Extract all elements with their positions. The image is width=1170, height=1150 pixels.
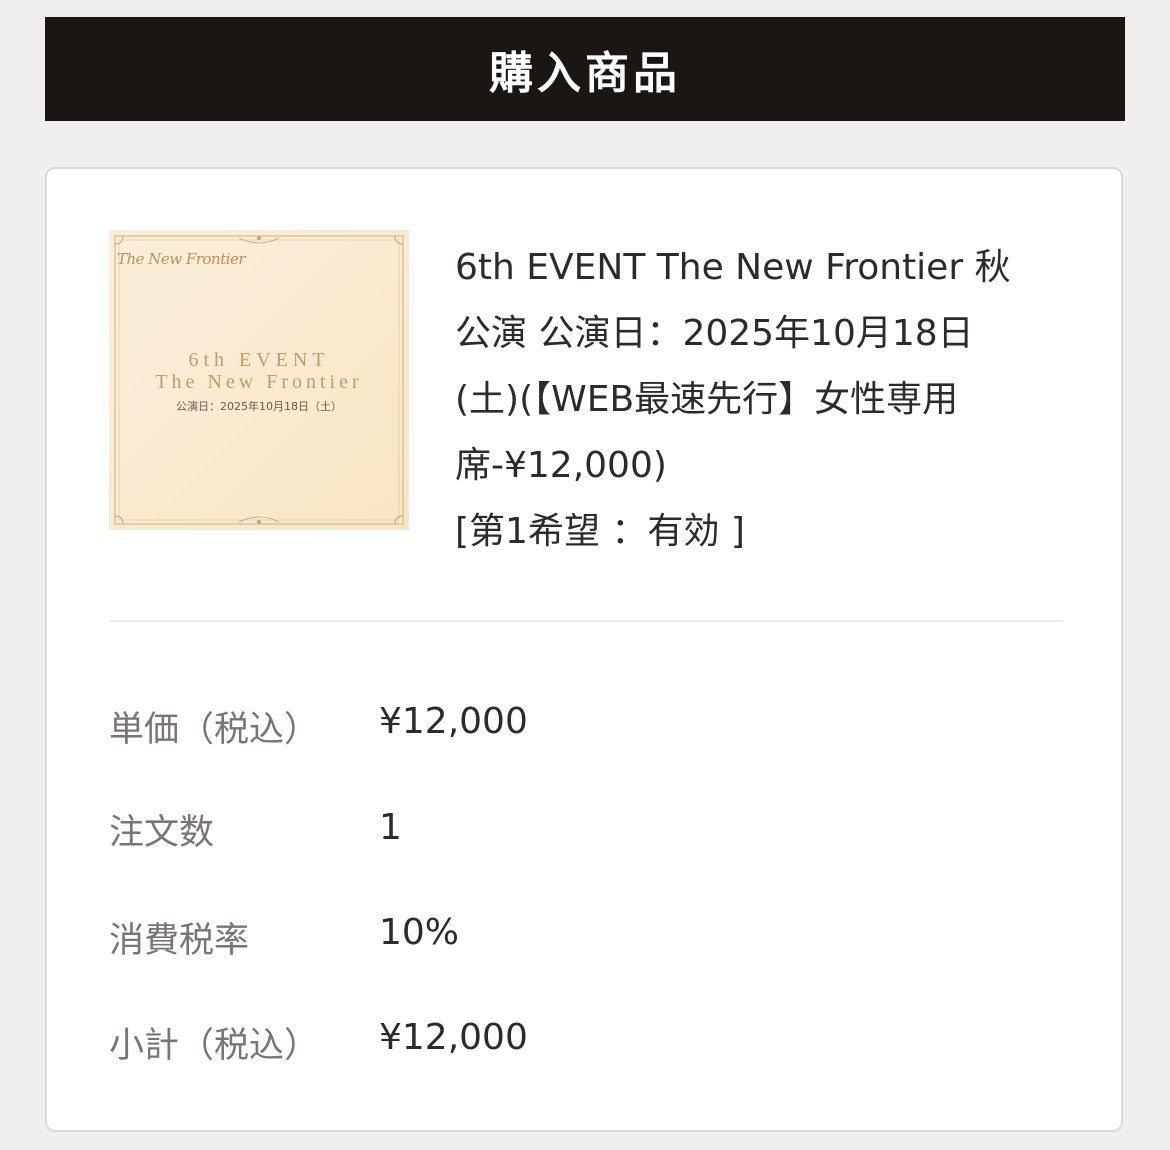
product-title-line: 席-¥12,000) <box>455 445 667 486</box>
unit-price-value: ¥12,000 <box>379 701 528 742</box>
quantity-value: 1 <box>379 807 402 848</box>
divider <box>109 620 1063 622</box>
section-header: 購入商品 <box>45 17 1125 121</box>
unit-price-label: 単価（税込） <box>109 710 320 750</box>
thumbnail-event-name: The New Frontier <box>155 371 363 393</box>
section-title: 購入商品 <box>489 48 681 99</box>
tax-rate-value: 10% <box>379 912 460 953</box>
purchased-item-card: The New Frontier 6th EVENT The New Front… <box>45 167 1123 1132</box>
thumbnail-logo: The New Frontier <box>117 250 246 268</box>
product-status-line: [第1希望 ：有効 ] <box>455 511 745 552</box>
subtotal-value: ¥12,000 <box>379 1017 528 1058</box>
thumbnail-event-label: 6th EVENT <box>188 349 330 371</box>
product-title-line: 公演 公演日：2025年10月18日 <box>455 313 974 354</box>
product-title[interactable]: 6th EVENT The New Frontier 秋 公演 公演日：2025… <box>455 235 1065 565</box>
tax-rate-label: 消費税率 <box>109 921 250 961</box>
thumbnail-date: 公演日：2025年10月18日（土） <box>176 400 342 413</box>
quantity-label: 注文数 <box>109 813 215 853</box>
product-title-line: (土)(【WEB最速先行】女性専用 <box>455 379 959 420</box>
product-title-line: 6th EVENT The New Frontier 秋 <box>455 247 1011 288</box>
product-thumbnail[interactable]: The New Frontier 6th EVENT The New Front… <box>109 230 409 530</box>
subtotal-label: 小計（税込） <box>109 1026 320 1066</box>
